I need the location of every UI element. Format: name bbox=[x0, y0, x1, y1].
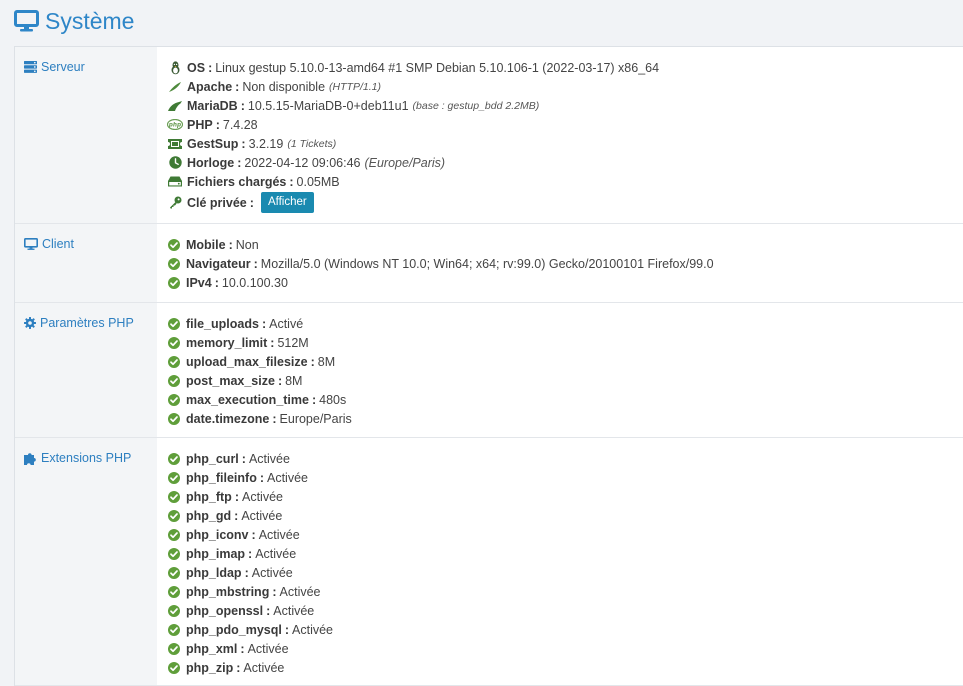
php-extension-item: php_xml: Activée bbox=[167, 639, 963, 658]
puzzle-icon bbox=[24, 451, 37, 468]
check-circle-icon bbox=[167, 642, 181, 656]
php-extension-item: php_mbstring: Activée bbox=[167, 582, 963, 601]
section-extensions-php: Extensions PHP php_curl: Activée php_filei… bbox=[15, 438, 963, 686]
check-circle-icon bbox=[167, 547, 181, 561]
section-params-php: Paramètres PHP file_uploads: Activé memory… bbox=[15, 303, 963, 438]
client-info-item: Mobile: Non bbox=[167, 235, 963, 254]
php-extension-item: php_fileinfo: Activée bbox=[167, 468, 963, 487]
page-title-text: Système bbox=[45, 7, 135, 34]
page-title: Système bbox=[14, 6, 134, 36]
check-circle-icon bbox=[167, 412, 181, 426]
clock-icon bbox=[167, 156, 183, 170]
check-circle-icon bbox=[167, 528, 181, 542]
check-circle-icon bbox=[167, 317, 181, 331]
check-circle-icon bbox=[167, 336, 181, 350]
client-info-item: Navigateur: Mozilla/5.0 (Windows NT 10.0;… bbox=[167, 254, 963, 273]
php-extension-item: php_zip: Activée bbox=[167, 658, 963, 677]
check-circle-icon bbox=[167, 355, 181, 369]
desktop-icon bbox=[14, 10, 39, 32]
info-cle-privee: Clé privée: Afficher bbox=[167, 191, 963, 214]
client-info-item: IPv4:10.0.100.30 bbox=[167, 273, 963, 292]
php-extension-item: php_ldap: Activée bbox=[167, 563, 963, 582]
info-php: php PHP: 7.4.28 bbox=[167, 117, 258, 132]
section-label-params-php: Paramètres PHP bbox=[15, 303, 157, 437]
php-icon: php bbox=[167, 118, 183, 132]
check-circle-icon bbox=[167, 509, 181, 523]
svg-text:php: php bbox=[168, 123, 181, 129]
php-param-item: memory_limit:512M bbox=[167, 333, 963, 352]
check-circle-icon bbox=[167, 604, 181, 618]
php-param-item: post_max_size:8M bbox=[167, 371, 963, 390]
info-horloge: Horloge: 2022-04-12 09:06:46 (Europe/Par… bbox=[167, 153, 963, 172]
check-circle-icon bbox=[167, 623, 181, 637]
php-extension-item: php_curl: Activée bbox=[167, 449, 963, 468]
php-param-item: upload_max_filesize:8M bbox=[167, 352, 963, 371]
feather-icon bbox=[167, 80, 183, 94]
check-circle-icon bbox=[167, 661, 181, 675]
check-circle-icon bbox=[167, 490, 181, 504]
check-circle-icon bbox=[167, 374, 181, 388]
hdd-icon bbox=[167, 175, 183, 189]
php-extension-item: php_ftp: Activée bbox=[167, 487, 963, 506]
ticket-icon bbox=[167, 137, 183, 151]
php-extension-item: php_gd: Activée bbox=[167, 506, 963, 525]
check-circle-icon bbox=[167, 276, 181, 290]
check-circle-icon bbox=[167, 585, 181, 599]
php-param-item: file_uploads: Activé bbox=[167, 314, 963, 333]
info-os: OS: Linux gestup 5.10.0-13-amd64 #1 SMP … bbox=[167, 58, 963, 77]
info-apache: Apache: Non disponible (HTTP/1.1) bbox=[167, 77, 963, 96]
gear-icon bbox=[24, 316, 36, 332]
check-circle-icon bbox=[167, 471, 181, 485]
section-label-serveur: Serveur bbox=[15, 47, 157, 223]
section-serveur: Serveur OS: Linux gestup 5.10.0-13-amd64… bbox=[15, 47, 963, 224]
check-circle-icon bbox=[167, 238, 181, 252]
linux-icon bbox=[167, 60, 183, 75]
desktop-icon bbox=[24, 237, 38, 253]
php-param-item: max_execution_time:480s bbox=[167, 390, 963, 409]
check-circle-icon bbox=[167, 566, 181, 580]
system-info-table: Serveur OS: Linux gestup 5.10.0-13-amd64… bbox=[14, 46, 963, 686]
show-private-key-button[interactable]: Afficher bbox=[260, 192, 314, 213]
php-extension-item: php_imap: Activée bbox=[167, 544, 963, 563]
php-param-item: date.timezone: Europe/Paris bbox=[167, 409, 963, 428]
check-circle-icon bbox=[167, 393, 181, 407]
php-extension-item: php_openssl: Activée bbox=[167, 601, 963, 620]
seal-icon bbox=[167, 99, 183, 113]
server-icon bbox=[24, 60, 37, 76]
info-gestsup: GestSup: 3.2.19 (1 Tickets) bbox=[167, 134, 963, 153]
info-fichiers: Fichiers chargés: 0.05MB bbox=[167, 172, 963, 191]
key-icon bbox=[167, 196, 183, 210]
info-mariadb: MariaDB: 10.5.15-MariaDB-0+deb11u1 (base… bbox=[167, 96, 963, 115]
section-label-client: Client bbox=[15, 224, 157, 302]
php-extension-item: php_pdo_mysql: Activée bbox=[167, 620, 963, 639]
check-circle-icon bbox=[167, 452, 181, 466]
section-label-extensions-php: Extensions PHP bbox=[15, 438, 157, 685]
check-circle-icon bbox=[167, 257, 181, 271]
php-extension-item: php_iconv: Activée bbox=[167, 525, 963, 544]
section-client: Client Mobile: Non Navigateur: Mozilla/5.0 … bbox=[15, 224, 963, 303]
